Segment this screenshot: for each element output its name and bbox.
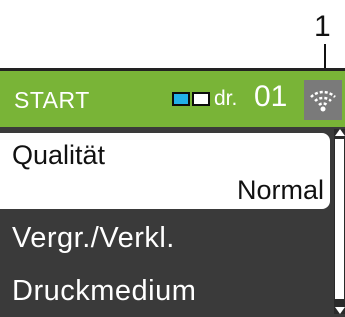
wifi-icon bbox=[310, 90, 336, 112]
copies-count: 01 bbox=[254, 80, 288, 113]
lcd-screen: START dr. 01 Qualität Normal Vergr./Verk… bbox=[0, 68, 345, 317]
menu-item-quality[interactable]: Qualität Normal bbox=[0, 133, 330, 209]
ink-white-indicator bbox=[192, 92, 210, 106]
wifi-status[interactable] bbox=[304, 80, 342, 120]
callout-number: 1 bbox=[314, 10, 331, 43]
header-bar: START dr. 01 bbox=[0, 71, 345, 127]
scroll-up-arrow-icon[interactable] bbox=[335, 129, 345, 136]
copies-label: dr. bbox=[214, 87, 238, 110]
ink-cyan-indicator bbox=[172, 92, 190, 106]
menu-item-label: Qualität bbox=[12, 140, 106, 170]
menu-item-label: Druckmedium bbox=[12, 275, 197, 307]
screen-title: START bbox=[14, 87, 90, 113]
menu-item-value: Normal bbox=[236, 175, 324, 205]
scrollbar[interactable] bbox=[334, 129, 345, 314]
menu-item-enlarge-reduce[interactable]: Vergr./Verkl. bbox=[12, 222, 345, 255]
menu-item-label: Vergr./Verkl. bbox=[12, 222, 175, 254]
menu-item-print-media[interactable]: Druckmedium bbox=[12, 275, 345, 308]
scroll-thumb[interactable] bbox=[335, 139, 344, 299]
scroll-down-arrow-icon[interactable] bbox=[335, 307, 345, 314]
